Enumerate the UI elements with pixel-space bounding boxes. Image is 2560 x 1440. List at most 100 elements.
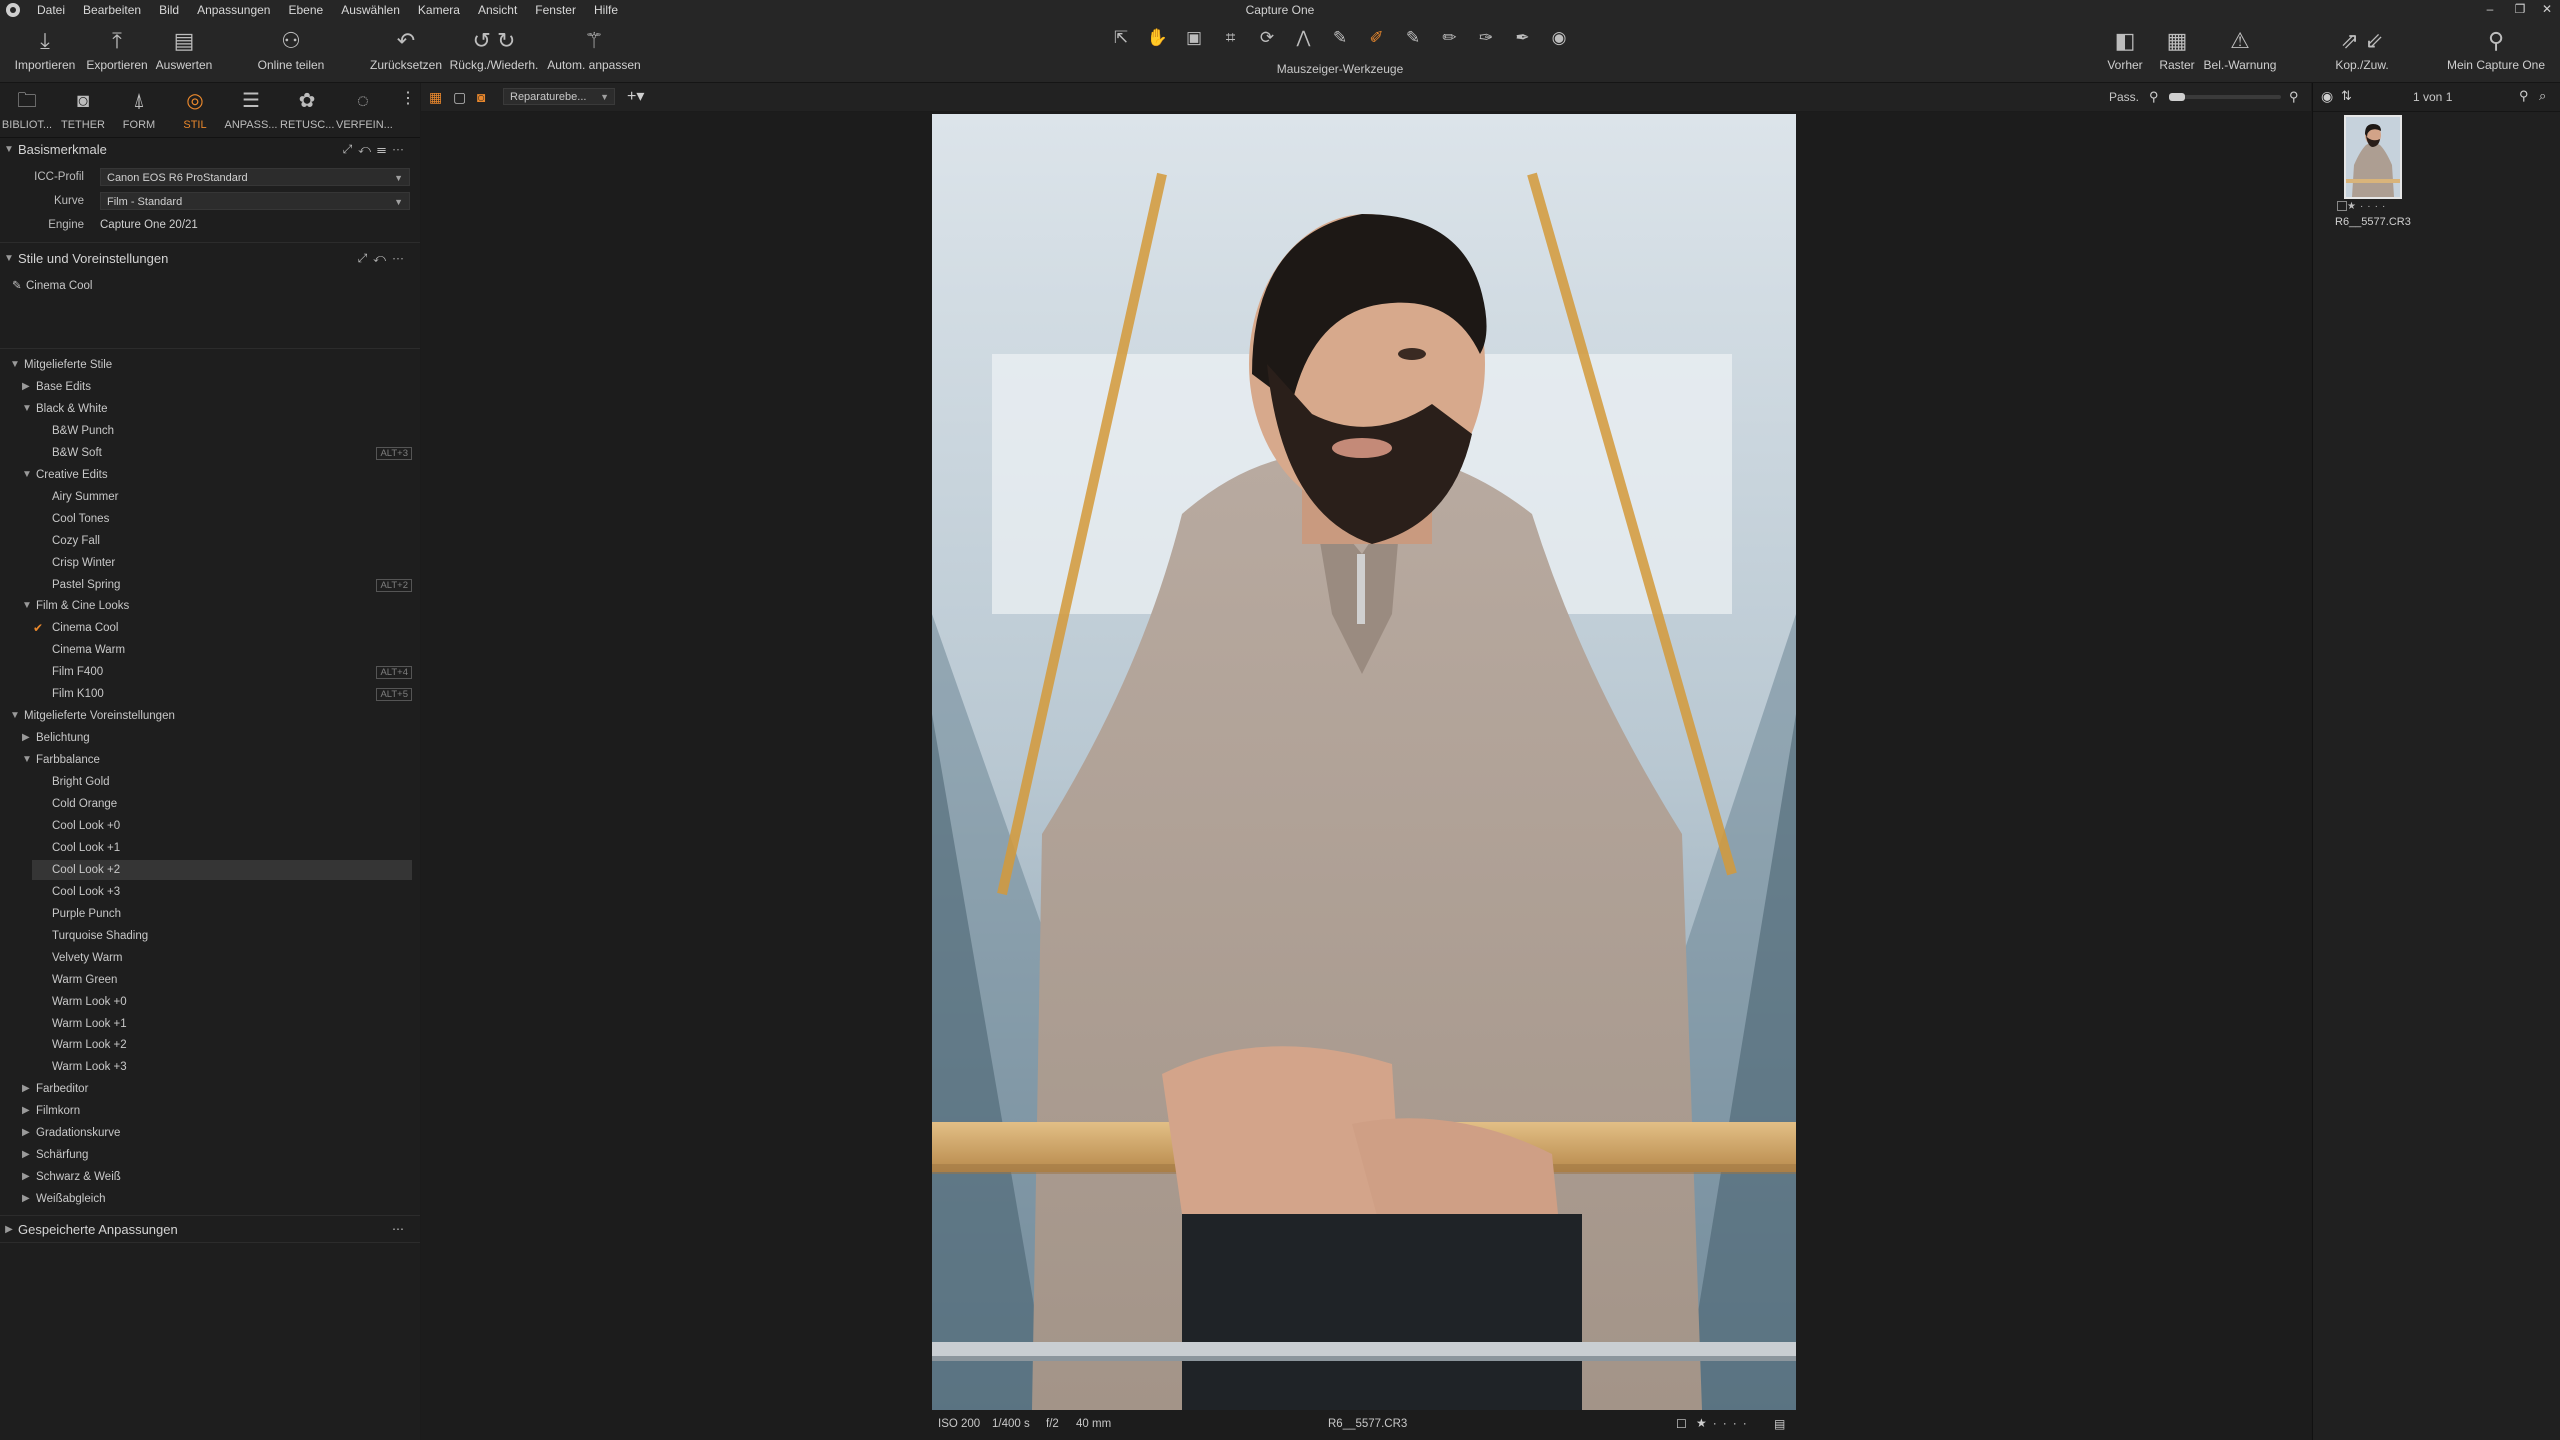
zoom-slider[interactable]	[2169, 93, 2281, 101]
curve-select[interactable]: Film - Standard ▼	[100, 192, 410, 210]
single-view-icon[interactable]: ▢	[453, 89, 466, 106]
chevron-right-icon[interactable]: ▶	[22, 1101, 30, 1121]
copy-apply-button[interactable]: ⇗ ⇙ Kop./Zuw.	[2322, 28, 2402, 72]
tree-group-base-edits[interactable]: ▶ Base Edits	[0, 377, 420, 397]
search-icon[interactable]: ⌕	[2539, 88, 2546, 104]
tree-group-schwarz-wei[interactable]: ▶ Schwarz & Weiß	[0, 1167, 420, 1187]
tree-group-creative-edits[interactable]: ▼ Creative Edits	[0, 465, 420, 485]
layer-mask-icon[interactable]: ◙	[477, 89, 485, 105]
more-options-icon[interactable]: ⋯	[392, 1222, 410, 1236]
share-online-button[interactable]: ⚇ Online teilen	[250, 28, 332, 72]
style-item-cinema-warm[interactable]: Cinema Warm	[0, 640, 420, 660]
style-item-warm-look-0[interactable]: Warm Look +0	[0, 992, 420, 1012]
undo-redo-button[interactable]: ↺ ↻ Rückg./Wiederh.	[448, 28, 540, 72]
heal-brush-icon[interactable]: ✐	[1361, 28, 1393, 48]
style-item-cool-look-3[interactable]: Cool Look +3	[0, 882, 420, 902]
style-item-warm-look-2[interactable]: Warm Look +2	[0, 1035, 420, 1055]
tab-form[interactable]: ⍋ FORM	[112, 89, 166, 131]
photo-preview[interactable]	[932, 114, 1796, 1410]
menu-kamera[interactable]: Kamera	[409, 3, 469, 17]
applied-style-row[interactable]: ✎ Cinema Cool	[0, 276, 420, 296]
loupe-icon[interactable]: ▣	[1178, 28, 1210, 48]
chevron-right-icon[interactable]: ▶	[22, 1145, 30, 1165]
draw-mask-icon[interactable]: ✏	[1434, 28, 1466, 48]
select-cursor-icon[interactable]: ⇱	[1105, 28, 1137, 48]
exposure-warning-button[interactable]: ⚠ Bel.-Warnung	[2200, 28, 2280, 72]
gradient-mask-icon[interactable]: ✑	[1470, 28, 1502, 48]
style-item-cold-orange[interactable]: Cold Orange	[0, 794, 420, 814]
style-item-film-f400[interactable]: Film F400 ALT+4	[0, 662, 420, 682]
style-item-purple-punch[interactable]: Purple Punch	[0, 904, 420, 924]
import-button[interactable]: ⤓ Importieren	[10, 28, 80, 72]
more-tabs-icon[interactable]: ⋮	[400, 91, 416, 107]
thumbnail-image[interactable]	[2344, 115, 2402, 199]
style-item-pastel-spring[interactable]: Pastel Spring ALT+2	[0, 575, 420, 595]
layer-select[interactable]: Reparaturebe... ▼	[503, 88, 615, 105]
saved-adjustments-header[interactable]: ▶ Gespeicherte Anpassungen ⋯	[0, 1218, 420, 1240]
grid-button[interactable]: ▦ Raster	[2152, 28, 2202, 72]
evaluate-button[interactable]: ▤ Auswerten	[150, 28, 218, 72]
minimize-button[interactable]: –	[2475, 2, 2505, 16]
tree-group-filmkorn[interactable]: ▶ Filmkorn	[0, 1101, 420, 1121]
zoom-icon[interactable]: ⚲	[2519, 88, 2529, 104]
chevron-right-icon[interactable]: ▶	[22, 377, 30, 397]
chevron-right-icon[interactable]: ▶	[22, 1123, 30, 1143]
style-item-film-k100[interactable]: Film K100 ALT+5	[0, 684, 420, 704]
sort-icon[interactable]: ⇅	[2341, 88, 2352, 104]
chevron-down-icon[interactable]: ▼	[22, 596, 32, 616]
tab-adjust[interactable]: ☰ ANPASS...	[224, 89, 278, 131]
annotate-icon[interactable]: ✒	[1507, 28, 1539, 48]
menu-auswaehlen[interactable]: Auswählen	[332, 3, 409, 17]
style-item-cool-look-1[interactable]: Cool Look +1	[0, 838, 420, 858]
style-item-b-w-punch[interactable]: B&W Punch	[0, 421, 420, 441]
picker-icon[interactable]: ✎	[1324, 28, 1356, 48]
color-picker-icon[interactable]: ◉	[1543, 28, 1575, 48]
style-item-cool-look-2[interactable]: Cool Look +2	[32, 859, 412, 880]
chevron-down-icon[interactable]: ▼	[22, 750, 32, 770]
style-item-crisp-winter[interactable]: Crisp Winter	[0, 553, 420, 573]
tree-group-belichtung[interactable]: ▶ Belichtung	[0, 728, 420, 748]
add-layer-icon[interactable]: +▾	[627, 86, 644, 106]
chevron-down-icon[interactable]: ▼	[22, 399, 32, 419]
my-capture-one-button[interactable]: ⚲ Mein Capture One	[2442, 28, 2550, 72]
pan-hand-icon[interactable]: ✋	[1142, 28, 1174, 48]
zoom-in-icon[interactable]: ⚲	[2289, 89, 2299, 105]
icc-profile-select[interactable]: Canon EOS R6 ProStandard ▼	[100, 168, 410, 186]
tree-group-wei-abgleich[interactable]: ▶ Weißabgleich	[0, 1189, 420, 1209]
tab-tether[interactable]: ◙ TETHER	[56, 89, 110, 131]
auto-adjust-button[interactable]: ⚚ Autom. anpassen	[546, 28, 642, 72]
chevron-right-icon[interactable]: ▶	[22, 1189, 30, 1209]
tree-group-mitgelieferte-stile[interactable]: ▼ Mitgelieferte Stile	[0, 355, 420, 375]
chevron-right-icon[interactable]: ▶	[22, 1167, 30, 1187]
style-item-velvety-warm[interactable]: Velvety Warm	[0, 948, 420, 968]
tree-group-farbeditor[interactable]: ▶ Farbeditor	[0, 1079, 420, 1099]
style-item-b-w-soft[interactable]: B&W Soft ALT+3	[0, 443, 420, 463]
select-checkbox-icon[interactable]: ☐	[1676, 1417, 1687, 1431]
thumb-select-checkbox[interactable]	[2337, 201, 2347, 212]
tree-group-black-white[interactable]: ▼ Black & White	[0, 399, 420, 419]
tab-style[interactable]: ◎ STIL	[168, 89, 222, 131]
eye-icon[interactable]: ◉	[2321, 88, 2333, 105]
crop-icon[interactable]: ⌗	[1215, 28, 1247, 48]
tree-group-sch-rfung[interactable]: ▶ Schärfung	[0, 1145, 420, 1165]
tree-group-mitgelieferte-voreinstellungen[interactable]: ▼ Mitgelieferte Voreinstellungen	[0, 706, 420, 726]
zoom-out-icon[interactable]: ⚲	[2149, 89, 2159, 105]
rating-stars-icon[interactable]: ★····	[1696, 1416, 1753, 1430]
style-item-cool-look-0[interactable]: Cool Look +0	[0, 816, 420, 836]
maximize-button[interactable]: ❐	[2505, 2, 2535, 16]
style-item-cool-tones[interactable]: Cool Tones	[0, 509, 420, 529]
chevron-down-icon[interactable]: ▼	[10, 706, 20, 726]
keystone-icon[interactable]: ⋀	[1288, 28, 1320, 48]
thumb-rating[interactable]: ★····	[2337, 201, 2389, 212]
menu-hilfe[interactable]: Hilfe	[585, 3, 627, 17]
multi-view-icon[interactable]: ▦	[429, 89, 442, 106]
menu-bild[interactable]: Bild	[150, 3, 188, 17]
styles-presets-header[interactable]: ▼ Stile und Voreinstellungen ⤢↶⋯	[0, 247, 420, 269]
menu-ebene[interactable]: Ebene	[279, 3, 332, 17]
menu-anpassungen[interactable]: Anpassungen	[188, 3, 279, 17]
tool-actions-icons[interactable]: ⤢↶⋯	[358, 251, 410, 266]
style-item-turquoise-shading[interactable]: Turquoise Shading	[0, 926, 420, 946]
tree-group-gradationskurve[interactable]: ▶ Gradationskurve	[0, 1123, 420, 1143]
style-item-warm-green[interactable]: Warm Green	[0, 970, 420, 990]
tab-refine[interactable]: ◌ VERFEIN...	[336, 89, 393, 131]
